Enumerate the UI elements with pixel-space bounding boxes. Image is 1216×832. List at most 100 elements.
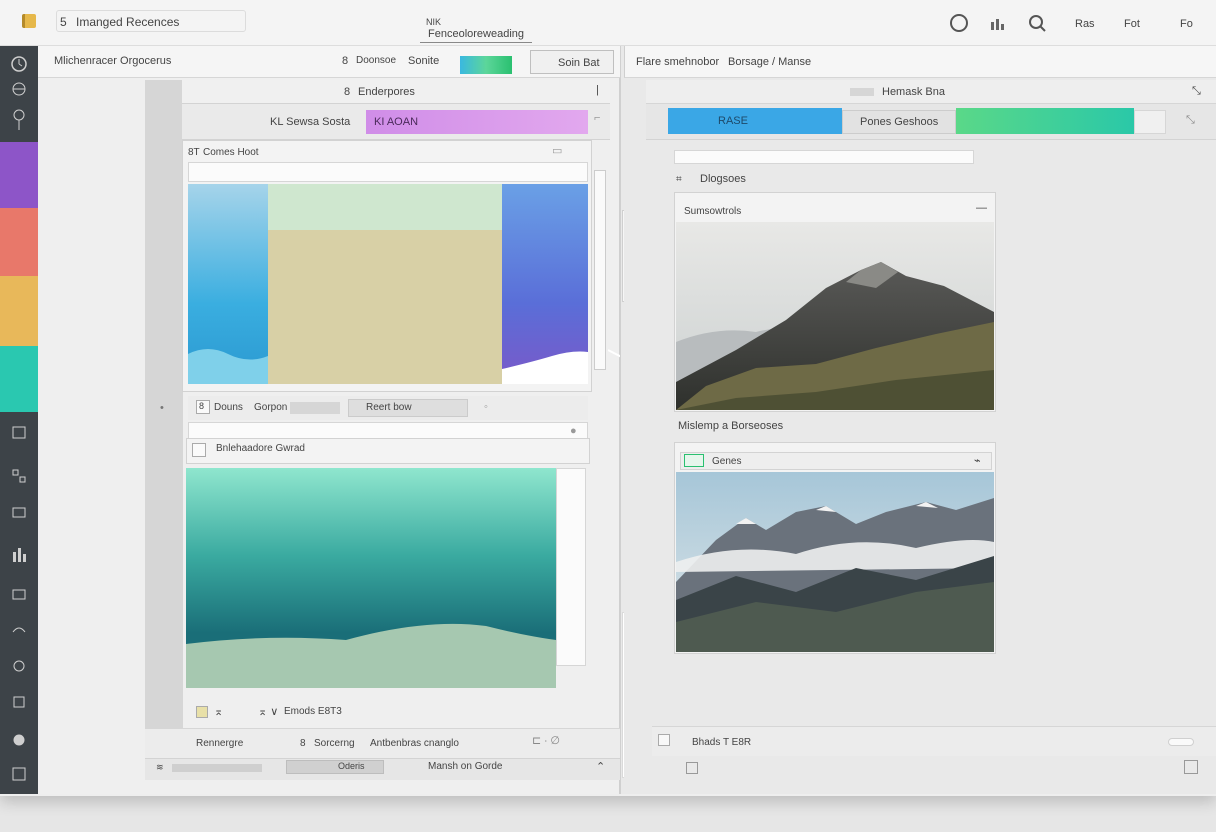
color-swatch-purple[interactable] [0, 142, 38, 208]
row-1-label: Douns [214, 402, 243, 413]
left-filter-label: KL Sewsa Sosta [270, 116, 351, 128]
card-1-menu-icon[interactable]: ▭ [552, 144, 562, 157]
bottom-toggle-icon[interactable]: ⊏ ∙ ∅ [532, 734, 560, 747]
right-footer-expand-icon[interactable] [686, 762, 698, 774]
filter-side-icon[interactable]: ⌐ [594, 112, 600, 124]
bottom-mid-label: Sorcerng [314, 738, 355, 749]
gradient-indicator [460, 56, 512, 74]
section-icon: ⌗ [676, 174, 682, 185]
right-input[interactable] [674, 150, 974, 164]
left-footer-row [186, 700, 608, 724]
tab-green[interactable] [956, 108, 1134, 134]
color-swatch-yellow[interactable] [0, 276, 38, 346]
row-handle-icon[interactable]: • [160, 402, 164, 414]
right-card-2-title: Genes [712, 456, 742, 467]
link-icon[interactable] [9, 620, 29, 640]
circle-icon[interactable] [950, 14, 968, 32]
user-icon[interactable] [9, 422, 29, 442]
right-card-2-dot-icon[interactable]: ⌁ [974, 454, 981, 467]
tab-blue-label[interactable]: RASE [718, 115, 748, 127]
left-header-prefix: 8 [342, 55, 349, 67]
chart-bars-icon[interactable] [9, 542, 29, 566]
right-card-1-title: Sumsowtrols [684, 206, 742, 217]
right-footer-checkbox[interactable] [658, 734, 670, 746]
right-footer-label: Bhads T E8R [692, 737, 752, 748]
artwork-right-panel [502, 184, 588, 384]
left-scrollbar[interactable] [594, 170, 606, 370]
artwork-center-top [268, 184, 502, 230]
cloud-icon[interactable] [9, 692, 29, 712]
tab-green-tail [1134, 110, 1166, 134]
right-card-1-min-icon[interactable]: — [976, 202, 987, 214]
artwork-left-panel [188, 184, 268, 384]
title-search-box[interactable] [56, 10, 246, 32]
left-sub-close-icon[interactable]: | [596, 84, 599, 96]
row-1-more-icon[interactable]: ◦ [484, 401, 488, 413]
footer-arrow-icon[interactable]: ⌅ [214, 705, 223, 718]
folder-icon[interactable] [9, 584, 29, 604]
status-arrow-icon[interactable]: ⌃ [596, 760, 605, 773]
footer-icons-prefix: ⌅ ∨ [258, 706, 279, 718]
title-right-item-1[interactable]: Ras [1075, 18, 1095, 30]
left-sub-header-title: Enderpores [358, 86, 415, 98]
right-sub-header-title: Hemask Bna [882, 86, 945, 98]
tab-row-icon[interactable]: ⤡ [1186, 114, 1195, 127]
grid-icon[interactable] [9, 466, 29, 486]
layers-icon[interactable] [9, 502, 29, 522]
status-left-icon[interactable]: ≋ [156, 762, 164, 773]
filter-pill-label[interactable]: KI AOAN [374, 116, 418, 128]
right-caption: Mislemp a Borseoses [678, 420, 784, 432]
card-2-icon [192, 443, 206, 457]
search-icon[interactable] [1028, 14, 1046, 32]
title-center-main: Fenceoloreweading [428, 28, 525, 40]
card-1-prefix: 8T [188, 147, 200, 158]
status-box-label: Oderis [338, 761, 365, 771]
globe-icon[interactable] [9, 80, 29, 98]
card-1-input[interactable] [188, 162, 588, 182]
home-icon[interactable] [9, 656, 29, 676]
artwork-2-sidepanel [556, 468, 586, 666]
right-sub-header-blur [850, 88, 874, 96]
tab-mid-label[interactable]: Pones Geshoos [860, 116, 938, 128]
right-card-2-icon[interactable] [684, 454, 704, 467]
left-sub-header-prefix: 8 [344, 86, 351, 98]
color-swatch-coral[interactable] [0, 208, 38, 276]
title-center-underline [420, 42, 532, 43]
status-box[interactable] [286, 760, 384, 774]
artwork-2 [186, 468, 556, 688]
app-logo-icon [22, 14, 36, 28]
row-2-dot-icon[interactable]: ● [570, 425, 577, 437]
footer-checkbox-icon[interactable] [196, 706, 208, 718]
row-1-right: Reert bow [366, 402, 412, 413]
status-center-label: Mansh on Gorde [428, 761, 503, 772]
title-center-top: NIK [426, 17, 442, 27]
row-1-mid: Gorpon [254, 402, 288, 413]
card-2-title: Bnlehaadore Gwrad [216, 443, 305, 454]
title-right-item-3[interactable]: Fo [1180, 18, 1193, 30]
row-1-blur-bar [290, 402, 340, 414]
bottom-right-label: Antbenbras cnanglo [370, 738, 459, 749]
right-header-title: Flare smehnobor [636, 56, 720, 68]
status-blur-1 [172, 764, 262, 772]
left-header-button[interactable]: Soin Bat [558, 57, 600, 69]
left-inner-column [145, 80, 183, 780]
tab-blue[interactable] [668, 108, 842, 134]
lock-icon[interactable] [9, 106, 29, 134]
right-footer-toggle[interactable] [1168, 738, 1194, 746]
left-header-title: Mlichenracer Orgocerus [54, 55, 172, 67]
color-swatch-teal[interactable] [0, 346, 38, 412]
title-right-item-2[interactable]: Fot [1124, 18, 1140, 30]
right-header-mid: Borsage / Manse [728, 56, 812, 68]
grid-small-icon[interactable] [9, 764, 29, 784]
footer-icons-text: Emods E8T3 [284, 706, 342, 717]
left-header-mid2: Sonite [408, 55, 440, 67]
clock-icon[interactable] [9, 54, 29, 74]
chart-icon[interactable] [990, 16, 1006, 30]
settings-icon[interactable] [9, 730, 29, 750]
section-label: Dlogsoes [700, 173, 746, 185]
row-1-prefix: 8 [199, 401, 205, 411]
mountain-photo-2 [676, 472, 994, 652]
mountain-photo-1 [676, 222, 994, 410]
right-footer-corner-icon[interactable] [1184, 760, 1198, 774]
right-sub-close-icon[interactable]: ⤡ [1192, 85, 1201, 98]
